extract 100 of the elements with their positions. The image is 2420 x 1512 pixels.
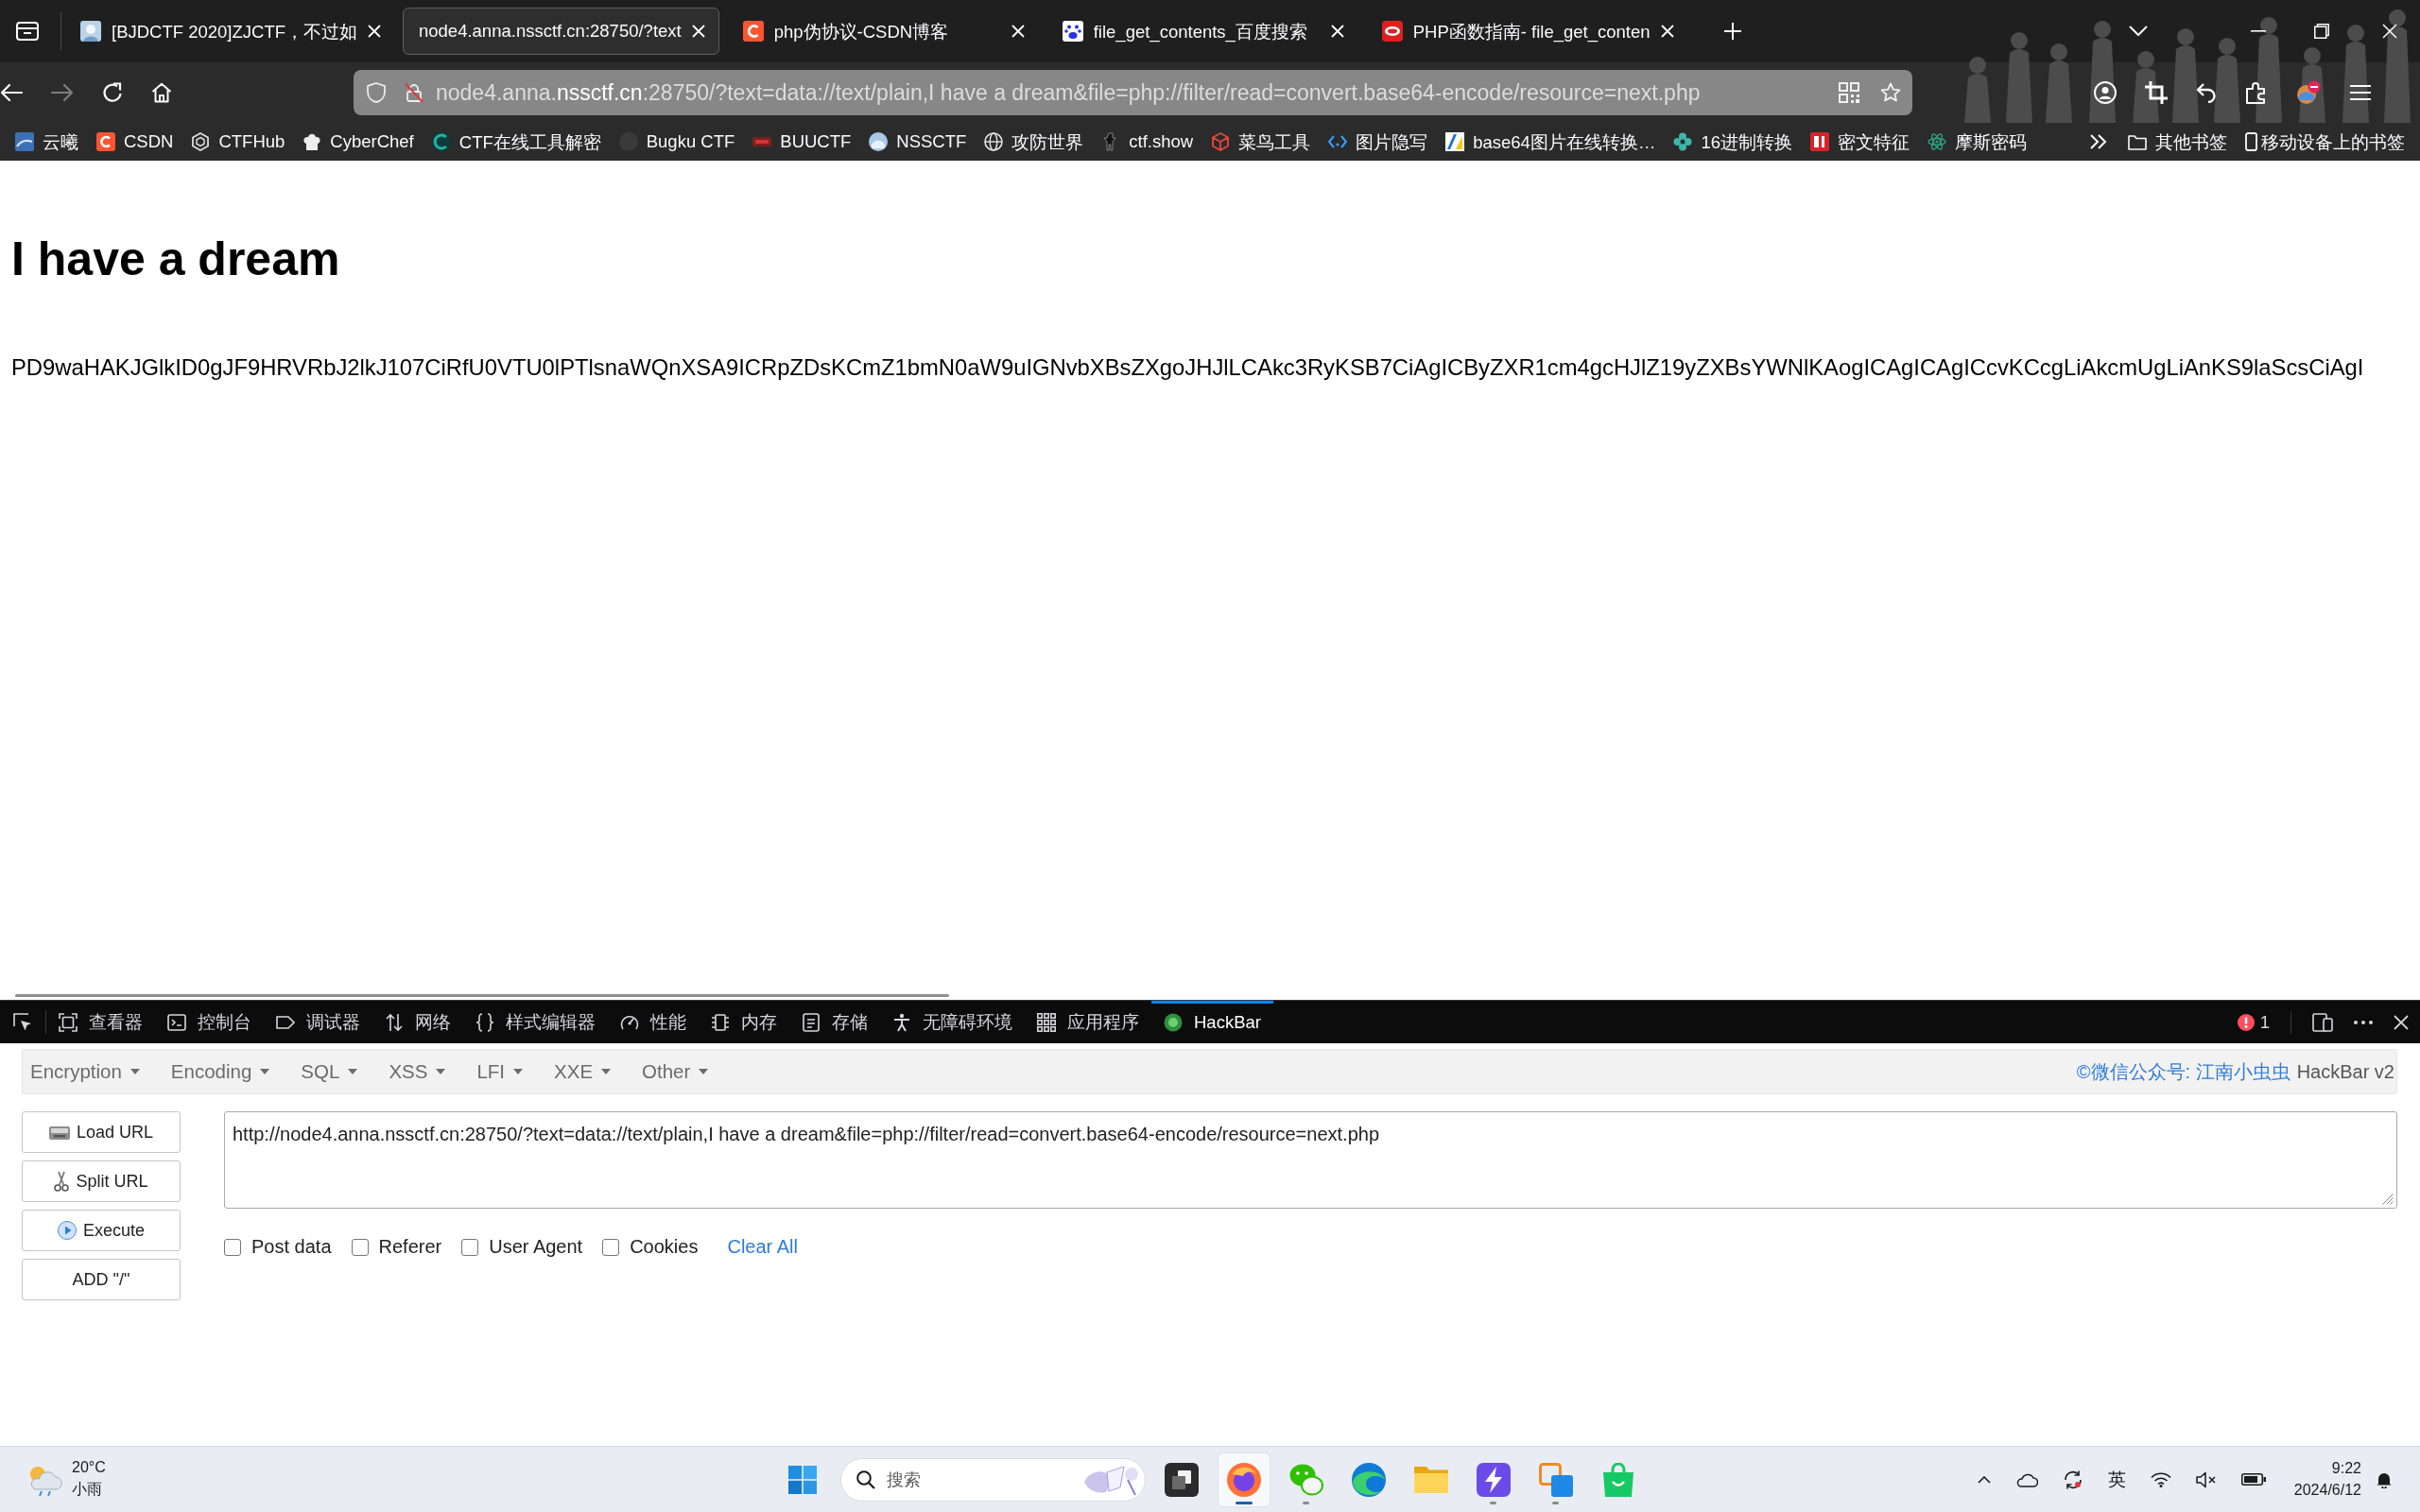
address-bar[interactable]: node4.anna.nssctf.cn:28750/?text=data://text/plain,I have a dream&file=php://filter/read=convert.base64-encode/resource=next.php — [354, 70, 1912, 115]
bell-icon[interactable] — [2377, 1470, 2392, 1488]
checkbox[interactable] — [602, 1238, 620, 1256]
shield-icon[interactable] — [367, 82, 386, 103]
resize-grip-icon[interactable] — [2382, 1194, 2394, 1205]
menu-dropdown[interactable]: XSS — [389, 1060, 446, 1083]
credit-link[interactable]: ©微信公众号: 江南小虫虫 — [2076, 1058, 2290, 1085]
battery-icon[interactable] — [2240, 1473, 2266, 1486]
overlapping-squares-icon — [1538, 1462, 1573, 1497]
hackbar-button[interactable]: ADD "/" — [22, 1259, 181, 1300]
bookmark-item[interactable]: BUUCTF — [752, 131, 852, 152]
back-icon[interactable] — [0, 83, 23, 102]
close-icon[interactable] — [2394, 1014, 2409, 1030]
browser-tab[interactable]: PHP函数指南- file_get_conten — [1365, 8, 1688, 55]
bookmark-folder[interactable]: 移动设备上的书签 — [2245, 129, 2405, 154]
checkbox-label: Post data — [251, 1236, 332, 1258]
hackbar-button[interactable]: Execute — [22, 1210, 181, 1251]
close-tab-icon[interactable] — [1660, 25, 1674, 38]
menu-dropdown[interactable]: SQL — [301, 1060, 358, 1083]
menu-dropdown[interactable]: Other — [642, 1060, 709, 1083]
bookmark-item[interactable]: 云曦 — [15, 129, 78, 154]
checkbox[interactable] — [461, 1238, 479, 1256]
bookmark-item[interactable]: 菜鸟工具 — [1211, 129, 1311, 154]
clock-time[interactable]: 9:22 — [2331, 1460, 2361, 1477]
clear-all-link[interactable]: Clear All — [727, 1236, 798, 1258]
devtools-tab[interactable]: 性能 — [608, 1001, 699, 1043]
menu-dropdown[interactable]: XXE — [554, 1060, 612, 1083]
account-icon[interactable] — [2094, 81, 2117, 104]
bookmark-item[interactable]: CTF在线工具解密 — [431, 129, 601, 154]
crop-icon[interactable] — [2145, 81, 2168, 104]
caret-icon — [348, 1069, 358, 1074]
more-icon[interactable] — [2354, 1020, 2373, 1024]
responsive-mode-icon[interactable] — [2312, 1012, 2333, 1032]
wifi-icon[interactable] — [2150, 1471, 2171, 1487]
browser-tab[interactable]: php伪协议-CSDN博客 — [726, 8, 1039, 55]
home-icon[interactable] — [151, 82, 172, 103]
menu-dropdown[interactable]: LFI — [476, 1060, 524, 1083]
browser-tab[interactable]: [BJDCTF 2020]ZJCTF，不过如 — [64, 8, 395, 55]
qr-code-icon[interactable] — [1839, 82, 1859, 103]
error-counter[interactable]: 1 — [2237, 1011, 2270, 1033]
clock-date[interactable]: 2024/6/12 — [2293, 1482, 2361, 1499]
bookmark-item[interactable]: base64图片在线转换… — [1445, 129, 1656, 154]
devtools-tab[interactable]: 查看器 — [46, 1001, 155, 1043]
muted-speaker-icon[interactable] — [2195, 1470, 2217, 1488]
crossed-lock-icon[interactable] — [405, 82, 424, 103]
devtools-tab[interactable]: 应用程序 — [1025, 1001, 1151, 1043]
restore-icon[interactable] — [2314, 24, 2329, 39]
tab-list-chevron-icon[interactable] — [2129, 26, 2148, 37]
menu-dropdown[interactable]: Encoding — [170, 1060, 270, 1083]
menu-dropdown[interactable]: Encryption — [30, 1060, 140, 1083]
bookmark-item[interactable]: 图片隐写 — [1328, 129, 1428, 154]
reload-icon[interactable] — [102, 82, 123, 103]
bookmark-star-icon[interactable] — [1880, 82, 1901, 103]
bookmark-item[interactable]: CyberChef — [302, 131, 414, 152]
bookmark-item[interactable]: CTFHub — [191, 131, 285, 152]
sync-icon[interactable] — [2062, 1469, 2083, 1490]
scrollbar-thumb[interactable] — [15, 994, 949, 997]
input-method-indicator[interactable]: 英 — [2107, 1467, 2126, 1492]
chevron-up-icon[interactable] — [1977, 1475, 1991, 1484]
bookmark-item[interactable]: ctf.show — [1101, 131, 1194, 152]
devtools-tab[interactable]: 网络 — [372, 1001, 463, 1043]
chevron-double-right-icon[interactable] — [2090, 134, 2107, 149]
element-picker-icon[interactable] — [13, 1012, 32, 1032]
close-tab-icon[interactable] — [691, 25, 705, 38]
checkbox[interactable] — [351, 1238, 369, 1256]
tab-overview-icon[interactable] — [16, 22, 39, 41]
menu-icon[interactable] — [2349, 84, 2372, 101]
search-field[interactable]: 搜索 — [839, 1457, 1146, 1502]
start-menu-icon[interactable] — [787, 1465, 817, 1494]
close-window-icon[interactable] — [2382, 24, 2397, 39]
frame-corners-icon — [59, 1012, 78, 1032]
close-tab-icon[interactable] — [1011, 25, 1025, 38]
close-tab-icon[interactable] — [368, 25, 381, 38]
devtools-tab[interactable]: 样式编辑器 — [463, 1001, 608, 1043]
hackbar-button[interactable]: Load URL — [22, 1111, 181, 1153]
bookmark-item[interactable]: 攻防世界 — [984, 129, 1084, 154]
hackbar-button[interactable]: Split URL — [22, 1160, 181, 1202]
undo-arrow-icon[interactable] — [2196, 82, 2217, 103]
devtools-tab[interactable]: 调试器 — [264, 1001, 372, 1043]
new-tab-icon[interactable] — [1723, 23, 1741, 40]
bookmark-folder[interactable]: 其他书签 — [2128, 129, 2227, 154]
devtools-tab[interactable]: 控制台 — [155, 1001, 264, 1043]
ellipse-logo-icon — [1381, 21, 1403, 42]
close-tab-icon[interactable] — [1330, 25, 1344, 38]
taskbar-app-button[interactable] — [1217, 1452, 1270, 1507]
cloud-icon[interactable] — [2014, 1471, 2038, 1487]
devtools-tab[interactable]: 无障碍环境 — [880, 1001, 1025, 1043]
url-textarea[interactable]: http://node4.anna.nssctf.cn:28750/?text=data://text/plain,I have a dream&file=php://filter/read=convert.base64-encode/resource=next.php — [224, 1111, 2397, 1209]
bookmark-item[interactable]: NSSCTF — [869, 131, 967, 152]
bookmark-item[interactable]: 摩斯密码 — [1927, 129, 2027, 154]
puzzle-piece-icon[interactable] — [2245, 81, 2268, 104]
bookmark-item[interactable]: CSDN — [96, 131, 174, 152]
bookmark-item[interactable]: 密文特征 — [1809, 129, 1910, 154]
devtools-tab[interactable]: 存储 — [789, 1001, 880, 1043]
browser-tab[interactable]: file_get_contents_百度搜索 — [1046, 8, 1358, 55]
bookmark-item[interactable]: 16进制转换 — [1673, 129, 1792, 154]
bookmark-item[interactable]: Bugku CTF — [618, 131, 735, 152]
devtools-tab[interactable]: 内存 — [699, 1001, 789, 1043]
browser-tab[interactable]: node4.anna.nssctf.cn:28750/?text — [403, 8, 719, 55]
checkbox[interactable] — [224, 1238, 241, 1256]
